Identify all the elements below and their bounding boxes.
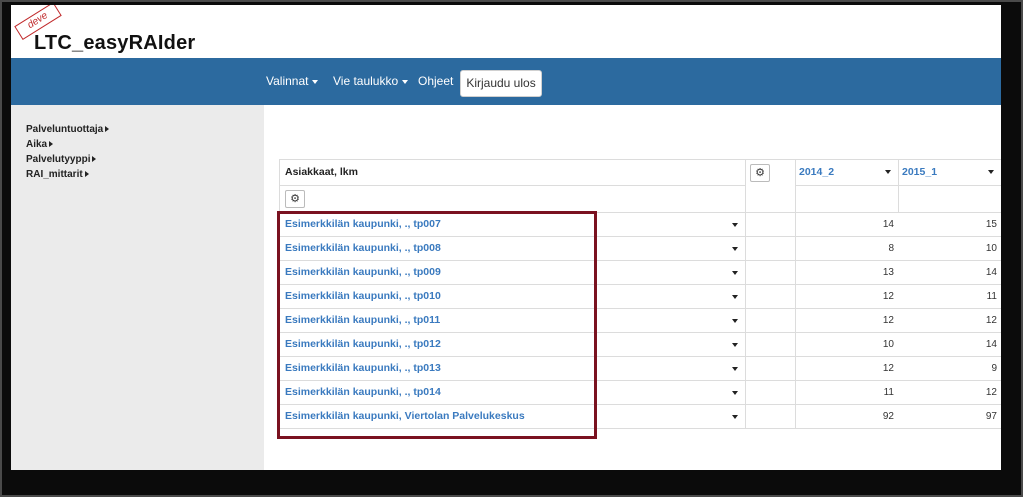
table-cell: 12 — [985, 315, 997, 326]
chevron-down-icon[interactable] — [732, 271, 738, 275]
table-cell: 10 — [882, 339, 894, 350]
table-cell: 8 — [888, 243, 894, 254]
table-border — [279, 159, 1001, 160]
highlight-annotation — [277, 211, 597, 439]
sidebar-item-label: Aika — [26, 139, 48, 150]
sidebar-item-label: RAI_mittarit — [26, 169, 83, 180]
table-cell: 11 — [986, 291, 997, 302]
sidebar-item-aika[interactable]: Aika — [26, 139, 54, 150]
chevron-down-icon[interactable] — [732, 415, 738, 419]
logout-button[interactable]: Kirjaudu ulos — [460, 70, 542, 97]
nav-ohjeet[interactable]: Ohjeet — [418, 58, 453, 105]
caret-right-icon — [105, 126, 110, 133]
nav-vie-taulukko[interactable]: Vie taulukko — [333, 58, 409, 105]
caret-right-icon — [84, 171, 89, 178]
table-cell: 15 — [985, 219, 997, 230]
table-cell: 10 — [985, 243, 997, 254]
table-cell: 12 — [985, 387, 997, 398]
chevron-down-icon[interactable] — [732, 247, 738, 251]
sidebar: Palveluntuottaja Aika Palvelutyyppi RAI_… — [11, 105, 264, 470]
sidebar-item-label: Palvelutyyppi — [26, 154, 91, 165]
app-screen: deve LTC_easyRAIder Valinnat Vie taulukk… — [11, 5, 1001, 470]
sidebar-item-palveluntuottaja[interactable]: Palveluntuottaja — [26, 124, 110, 135]
caret-right-icon — [92, 156, 97, 163]
caret-right-icon — [49, 141, 54, 148]
table-border — [795, 159, 796, 429]
app-title: LTC_easyRAIder — [34, 32, 196, 54]
table-cell: 14 — [985, 339, 997, 350]
column-header-2015-1[interactable]: 2015_1 — [902, 166, 937, 178]
table-cell: 97 — [985, 411, 997, 422]
nav-valinnat-label: Valinnat — [266, 74, 309, 88]
table-border — [745, 159, 746, 429]
chevron-down-icon[interactable] — [732, 223, 738, 227]
chevron-down-icon[interactable] — [732, 367, 738, 371]
nav-valinnat[interactable]: Valinnat — [266, 58, 319, 105]
chevron-down-icon[interactable] — [732, 343, 738, 347]
table-cell: 12 — [882, 291, 894, 302]
chevron-down-icon[interactable] — [988, 170, 994, 174]
chevron-down-icon[interactable] — [732, 295, 738, 299]
sidebar-item-palvelutyyppi[interactable]: Palvelutyyppi — [26, 154, 97, 165]
table-border — [279, 185, 745, 186]
table-cell: 12 — [882, 315, 894, 326]
chevron-down-icon[interactable] — [732, 391, 738, 395]
caret-down-icon — [312, 79, 319, 84]
table-title: Asiakkaat, lkm — [285, 166, 358, 178]
table-cell: 14 — [985, 267, 997, 278]
sidebar-item-rai-mittarit[interactable]: RAI_mittarit — [26, 169, 89, 180]
caret-down-icon — [402, 79, 409, 84]
table-border — [898, 159, 899, 212]
table-cell: 11 — [883, 387, 894, 398]
table-cell: 92 — [882, 411, 894, 422]
top-navbar: Valinnat Vie taulukko Ohjeet Kirjaudu ul… — [11, 58, 1001, 105]
table-cell: 14 — [882, 219, 894, 230]
column-header-2014-2[interactable]: 2014_2 — [799, 166, 834, 178]
table-cell: 12 — [882, 363, 894, 374]
window-frame: deve LTC_easyRAIder Valinnat Vie taulukk… — [0, 0, 1023, 497]
table-cell: 9 — [991, 363, 997, 374]
gear-icon[interactable]: ⚙ — [750, 164, 770, 182]
gear-icon[interactable]: ⚙ — [285, 190, 305, 208]
chevron-down-icon[interactable] — [885, 170, 891, 174]
chevron-down-icon[interactable] — [732, 319, 738, 323]
nav-vie-taulukko-label: Vie taulukko — [333, 74, 399, 88]
sidebar-item-label: Palveluntuottaja — [26, 124, 104, 135]
table-cell: 13 — [882, 267, 894, 278]
